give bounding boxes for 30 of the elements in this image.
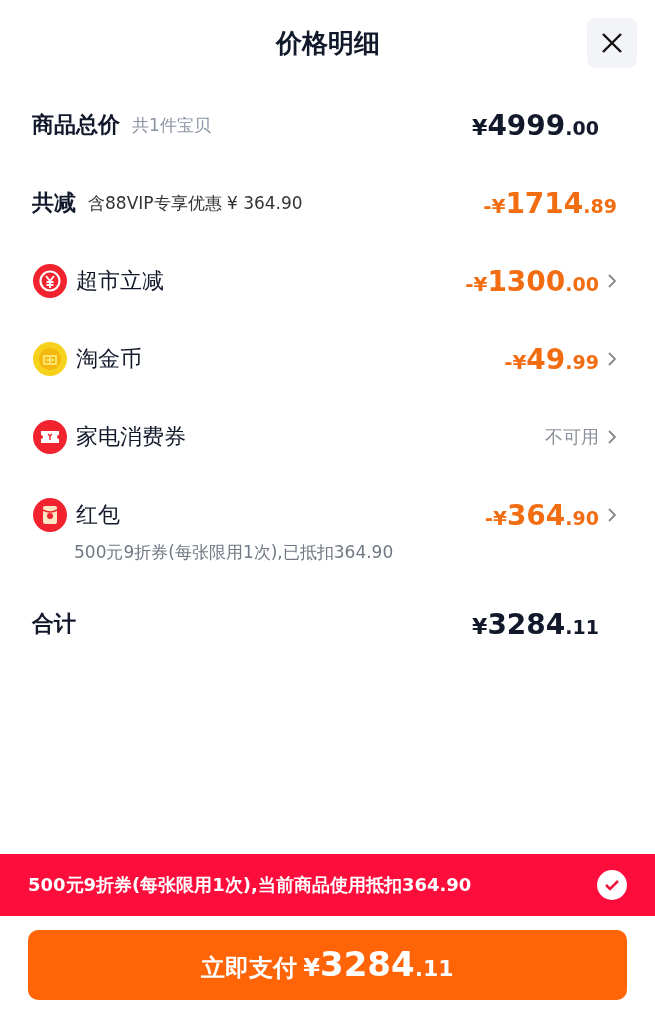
coin-icon (32, 341, 68, 377)
row-note: 共1件宝贝 (132, 113, 211, 137)
banner-text: 500元9折券(每张限用1次),当前商品使用抵扣364.90 (28, 873, 472, 897)
ticket-icon (32, 419, 68, 455)
price-amount: -¥1714.89 (483, 186, 617, 220)
row-label: 红包 (76, 501, 120, 529)
close-icon (601, 32, 623, 54)
close-button[interactable] (587, 18, 637, 68)
row-note: 含88VIP专享优惠 ¥ 364.90 (88, 191, 303, 215)
price-amount: 不可用 (545, 425, 599, 449)
price-amount: -¥49.99 (504, 342, 599, 376)
row-label: 家电消费券 (76, 423, 186, 451)
row-label: 共减 (32, 189, 76, 217)
chevron-right-icon (607, 429, 617, 445)
chevron-right-icon (607, 507, 617, 523)
envelope-icon (32, 497, 68, 533)
chevron-right-icon (607, 351, 617, 367)
row-detail: 500元9折券(每张限用1次),已抵扣364.90 (74, 541, 395, 564)
price-amount: -¥1300.00 (465, 264, 599, 298)
chevron-right-icon (607, 273, 617, 289)
row-label: 合计 (32, 610, 76, 638)
row-label: 商品总价 (32, 111, 120, 139)
row-label: 超市立减 (76, 267, 164, 295)
yen-coin-icon (32, 263, 68, 299)
sheet-title: 价格明细 (275, 26, 380, 60)
price-amount: ¥4999.00 (472, 108, 599, 142)
price-amount: -¥364.90 (484, 498, 599, 532)
row-label: 淘金币 (76, 345, 142, 373)
price-amount: ¥3284.11 (472, 607, 599, 641)
pay-button[interactable]: 立即支付 ¥3284.11 (28, 930, 627, 1000)
